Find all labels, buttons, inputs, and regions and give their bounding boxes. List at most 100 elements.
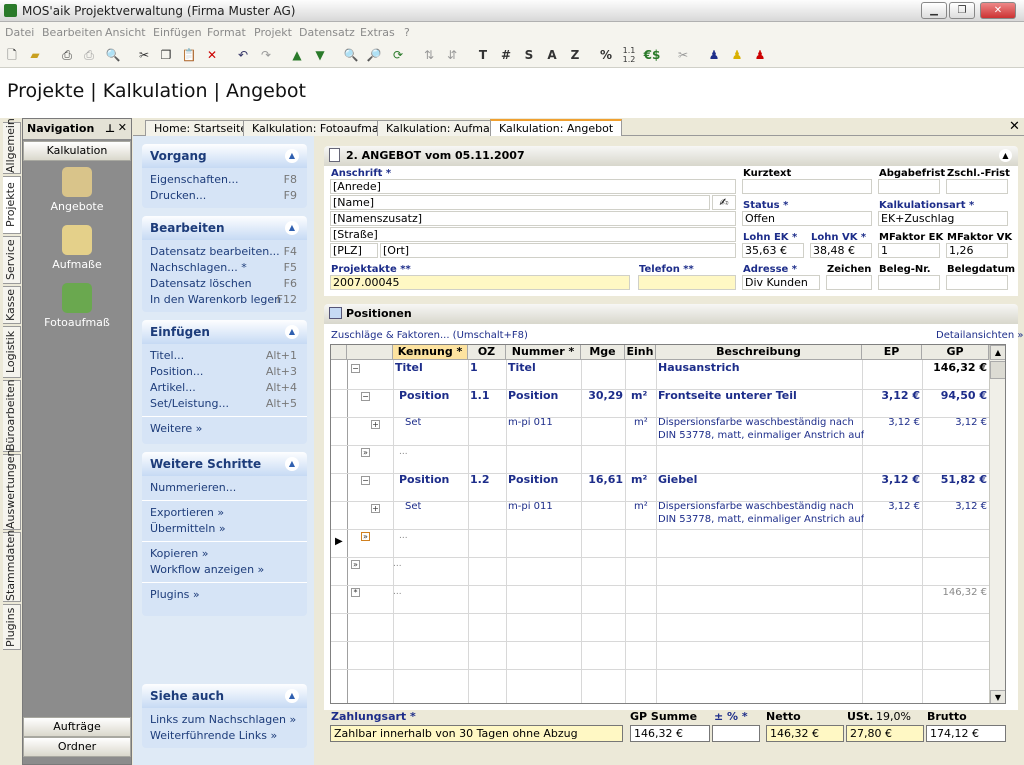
sort-asc-icon[interactable]: ⇅: [420, 46, 438, 64]
lohn-vk-field[interactable]: 38,48 €: [810, 243, 872, 258]
positions-grid[interactable]: Kennung * OZ Nummer * Mge Einh Beschreib…: [330, 344, 1006, 704]
vtab-service[interactable]: Service: [3, 236, 21, 284]
cell-gp[interactable]: 51,82 €: [922, 473, 987, 486]
arrow-up-icon[interactable]: ▲: [288, 46, 306, 64]
sort-desc-icon[interactable]: ⇵: [443, 46, 461, 64]
link-plugins[interactable]: Plugins »: [142, 587, 307, 603]
close-icon[interactable]: ✕: [118, 121, 127, 134]
tab-aufmass[interactable]: Kalkulation: Aufmaß: [377, 120, 506, 136]
numbering-icon[interactable]: 1.1 1.2: [620, 46, 638, 64]
article-icon[interactable]: A: [543, 46, 561, 64]
percent-field[interactable]: [712, 725, 760, 742]
tab-home[interactable]: Home: Startseite: [145, 120, 257, 136]
mfaktor-ek-field[interactable]: 1: [878, 243, 940, 258]
item-node-icon[interactable]: »: [351, 560, 360, 569]
menu-einfuegen[interactable]: Einfügen: [153, 26, 202, 39]
cell-gp[interactable]: 146,32 €: [922, 587, 987, 598]
undo-icon[interactable]: ↶: [234, 46, 252, 64]
expand-node-icon[interactable]: +: [371, 504, 380, 513]
vtab-plugins[interactable]: Plugins: [3, 604, 21, 650]
link-weiterfuehrende[interactable]: Weiterführende Links »: [142, 728, 307, 744]
cell-oz[interactable]: 1.2: [470, 473, 490, 486]
find-record-icon[interactable]: 🔎: [365, 46, 383, 64]
panel-header[interactable]: Einfügen ▲: [142, 320, 307, 344]
link-artikel[interactable]: Artikel... Alt+4: [142, 380, 307, 396]
scroll-down-icon[interactable]: ▼: [990, 690, 1005, 703]
collapse-node-icon[interactable]: −: [361, 476, 370, 485]
name-field[interactable]: [Name]: [330, 195, 710, 210]
link-uebermitteln[interactable]: Übermitteln »: [142, 521, 307, 537]
tab-angebot[interactable]: Kalkulation: Angebot: [490, 119, 623, 137]
link-nachschlagen-links[interactable]: Links zum Nachschlagen »: [142, 712, 307, 728]
link-weitere[interactable]: Weitere »: [142, 421, 307, 437]
link-datensatz-loeschen[interactable]: Datensatz löschen F6: [142, 276, 307, 292]
collapse-icon[interactable]: ▲: [285, 325, 299, 339]
cell-einh[interactable]: m²: [631, 473, 647, 486]
link-nummerieren[interactable]: Nummerieren...: [142, 480, 307, 496]
expand-node-icon[interactable]: +: [371, 420, 380, 429]
zschl-frist-field[interactable]: [946, 179, 1008, 194]
ust-field[interactable]: 27,80 €: [846, 725, 924, 742]
titel-icon[interactable]: T: [474, 46, 492, 64]
maximize-button[interactable]: ❐: [949, 2, 975, 19]
netto-field[interactable]: 146,32 €: [766, 725, 844, 742]
print-setup-icon[interactable]: ⎙: [80, 46, 98, 64]
cell-oz[interactable]: 1: [470, 361, 478, 374]
belegdatum-field[interactable]: [946, 275, 1008, 290]
mfaktor-vk-field[interactable]: 1,26: [946, 243, 1008, 258]
namenszusatz-field[interactable]: [Namenszusatz]: [330, 211, 736, 226]
cell-kennung[interactable]: ...: [399, 447, 408, 457]
abgabefrist-field[interactable]: [878, 179, 940, 194]
col-gp[interactable]: GP: [922, 345, 989, 360]
link-exportieren[interactable]: Exportieren »: [142, 505, 307, 521]
refresh-icon[interactable]: ⟳: [389, 46, 407, 64]
cell-gp[interactable]: 3,12 €: [922, 417, 987, 428]
cell-kennung[interactable]: Set: [405, 501, 421, 512]
link-position[interactable]: Position... Alt+3: [142, 364, 307, 380]
cell-mge[interactable]: 30,29: [581, 389, 623, 402]
detailansichten-link[interactable]: Detailansichten »: [936, 330, 1023, 341]
close-tab-icon[interactable]: ✕: [1009, 119, 1020, 134]
user-blue-icon[interactable]: ♟: [705, 46, 723, 64]
close-button[interactable]: ✕: [980, 2, 1016, 19]
paste-icon[interactable]: 📋: [180, 46, 198, 64]
menu-datensatz[interactable]: Datensatz: [299, 26, 355, 39]
col-nummer[interactable]: Nummer *: [506, 345, 581, 360]
vtab-auswertungen[interactable]: Auswertungen: [3, 450, 21, 530]
menu-bearbeiten[interactable]: Bearbeiten: [42, 26, 102, 39]
vtab-logistik[interactable]: Logistik: [3, 326, 21, 378]
link-workflow[interactable]: Workflow anzeigen »: [142, 562, 307, 578]
pin-icon[interactable]: ⊥: [105, 122, 115, 135]
projektakte-field[interactable]: 2007.00045: [330, 275, 630, 290]
vtab-allgemein[interactable]: Allgemein: [3, 118, 21, 174]
cell-kennung[interactable]: Position: [399, 473, 449, 486]
link-titel[interactable]: Titel... Alt+1: [142, 348, 307, 364]
telefon-field[interactable]: [638, 275, 736, 290]
open-folder-icon[interactable]: ▰: [26, 46, 44, 64]
cell-kennung[interactable]: Set: [405, 417, 421, 428]
cell-kennung[interactable]: ...: [393, 559, 402, 569]
cell-nummer[interactable]: Titel: [508, 361, 536, 374]
cell-beschreibung-line2[interactable]: DIN 53778, matt, einmaliger Anstrich auf: [658, 430, 864, 441]
set-icon[interactable]: S: [520, 46, 538, 64]
scroll-up-icon[interactable]: ▲: [990, 345, 1005, 360]
status-field[interactable]: Offen: [742, 211, 872, 226]
cell-gp[interactable]: 94,50 €: [922, 389, 987, 402]
tools-icon[interactable]: ✂: [674, 46, 692, 64]
link-drucken[interactable]: Drucken... F9: [142, 188, 307, 204]
item-node-icon[interactable]: *: [351, 588, 360, 597]
nav-category-kalkulation[interactable]: Kalkulation: [23, 141, 131, 161]
zeichen-field[interactable]: [826, 275, 872, 290]
print-preview-icon[interactable]: 🔍: [104, 46, 122, 64]
delete-icon[interactable]: ✕: [203, 46, 221, 64]
link-eigenschaften[interactable]: Eigenschaften... F8: [142, 172, 307, 188]
redo-icon[interactable]: ↷: [257, 46, 275, 64]
cell-ep[interactable]: 3,12 €: [862, 473, 920, 486]
zuschlaege-link[interactable]: Zuschläge & Faktoren... (Umschalt+F8): [331, 330, 528, 341]
new-icon[interactable]: 🗋: [3, 46, 21, 64]
cut-icon[interactable]: ✂: [135, 46, 153, 64]
tab-fotoaufmass[interactable]: Kalkulation: Fotoaufmaß: [243, 120, 395, 136]
collapse-node-icon[interactable]: −: [361, 392, 370, 401]
cell-nummer[interactable]: Position: [508, 473, 558, 486]
cell-kennung[interactable]: Position: [399, 389, 449, 402]
